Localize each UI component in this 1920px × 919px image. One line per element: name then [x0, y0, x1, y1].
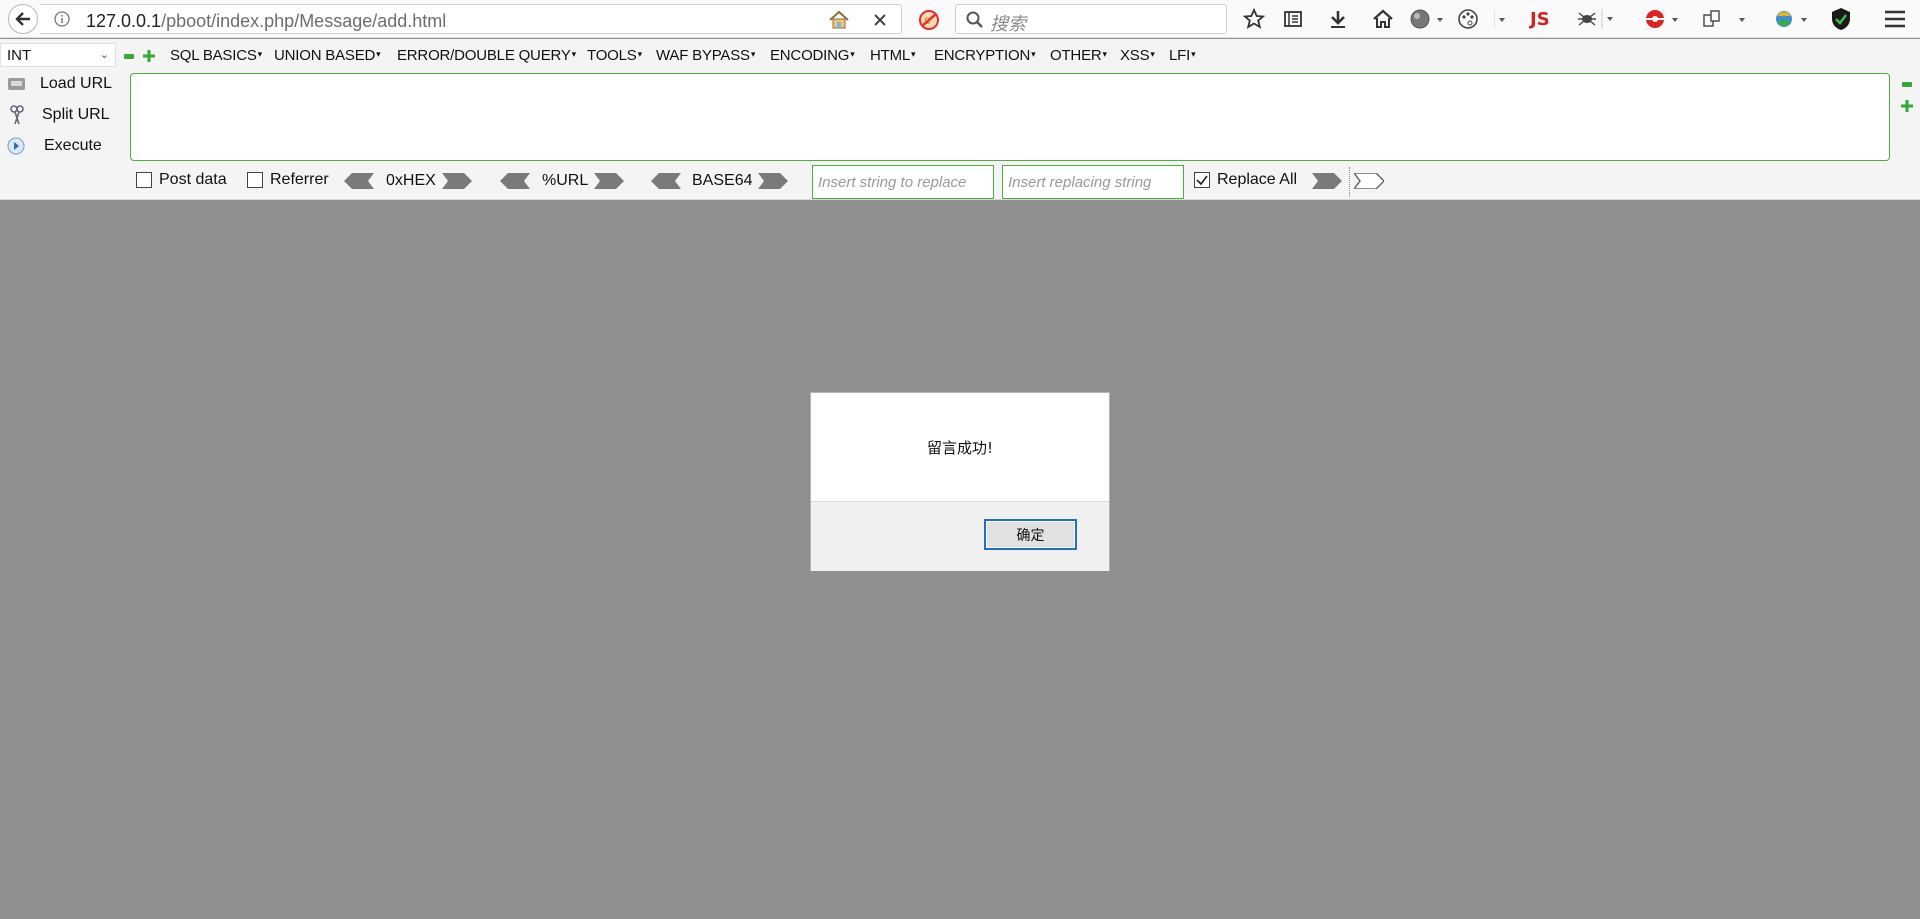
load-url-icon: [7, 75, 27, 93]
referrer-checkbox[interactable]: Referrer: [247, 171, 329, 189]
url-text[interactable]: 127.0.0.1/pboot/index.php/Message/add.ht…: [86, 11, 446, 32]
menu-xss[interactable]: XSS: [1120, 47, 1155, 64]
back-icon: [14, 10, 32, 28]
reading-list-icon[interactable]: [1283, 9, 1303, 29]
execute-button[interactable]: Execute: [6, 133, 122, 159]
ok-button[interactable]: 确定: [984, 519, 1077, 550]
home-icon[interactable]: [1372, 9, 1394, 29]
replace-all-box[interactable]: [1194, 172, 1210, 188]
home-site-icon[interactable]: [828, 10, 850, 30]
menu-other[interactable]: OTHER: [1050, 47, 1107, 64]
url-encoding-label: %URL: [542, 172, 589, 189]
hackbar-panel: INT ⌄ SQL BASICS UNION BASED ERROR/DOUBL…: [0, 39, 1920, 200]
url-decode-arrow-icon[interactable]: [500, 173, 530, 189]
menu-union-based[interactable]: UNION BASED: [274, 47, 380, 64]
menu-waf-bypass[interactable]: WAF BYPASS: [656, 47, 755, 64]
url-path: /pboot/index.php/Message/add.html: [161, 11, 447, 31]
base64-encode-arrow-icon[interactable]: [758, 173, 788, 189]
base64-label: BASE64: [692, 172, 753, 189]
search-bar[interactable]: 搜索: [955, 4, 1227, 34]
menu-icon[interactable]: [1884, 10, 1906, 28]
split-url-label: Split URL: [42, 106, 110, 123]
toolbar-divider: [1349, 167, 1350, 197]
shrink-icon[interactable]: [1902, 82, 1912, 88]
menu-encoding[interactable]: ENCODING: [770, 47, 855, 64]
replace-all-checkbox[interactable]: Replace All: [1194, 171, 1297, 189]
replace-string-input[interactable]: Insert string to replace: [812, 165, 994, 199]
plus-icon[interactable]: [143, 50, 155, 62]
replace-next-arrow-icon[interactable]: [1354, 173, 1384, 189]
palette-icon[interactable]: [1457, 8, 1479, 30]
load-url-button[interactable]: Load URL: [6, 71, 122, 97]
referrer-label: Referrer: [270, 171, 329, 188]
search-icon: [966, 11, 984, 29]
base64-decode-arrow-icon[interactable]: [651, 173, 681, 189]
menu-error-double-query[interactable]: ERROR/DOUBLE QUERY: [397, 47, 576, 64]
load-url-label: Load URL: [40, 75, 113, 92]
svg-text:S: S: [924, 16, 930, 26]
split-url-button[interactable]: Split URL: [6, 102, 122, 128]
js-icon[interactable]: JS: [1530, 9, 1550, 30]
url-bar[interactable]: 127.0.0.1/pboot/index.php/Message/add.ht…: [40, 4, 902, 34]
split-url-icon: [9, 104, 25, 126]
palette-dropdown-icon[interactable]: [1494, 9, 1510, 29]
download-icon[interactable]: [1328, 9, 1348, 29]
replace-apply-arrow-icon[interactable]: [1312, 173, 1342, 189]
menu-tools[interactable]: TOOLS: [587, 47, 642, 64]
menu-html[interactable]: HTML: [870, 47, 915, 64]
url-encode-arrow-icon[interactable]: [594, 173, 624, 189]
hex-label: 0xHEX: [386, 172, 436, 189]
minus-icon[interactable]: [124, 54, 134, 60]
post-data-label: Post data: [159, 171, 227, 188]
type-select[interactable]: INT ⌄: [0, 43, 116, 67]
post-data-checkbox[interactable]: Post data: [136, 171, 227, 189]
url-textarea[interactable]: [130, 73, 1890, 161]
hex-decode-arrow-icon[interactable]: [344, 173, 374, 189]
bookmark-star-icon[interactable]: [1243, 8, 1265, 30]
back-button[interactable]: [8, 4, 38, 34]
url-host: 127.0.0.1: [86, 11, 162, 31]
alert-dialog: 留言成功! 确定: [810, 392, 1110, 571]
navigation-toolbar: 127.0.0.1/pboot/index.php/Message/add.ht…: [0, 0, 1920, 38]
ladybug-icon[interactable]: [1644, 8, 1680, 30]
hex-encode-arrow-icon[interactable]: [442, 173, 472, 189]
screenshot-icon[interactable]: [1703, 8, 1751, 30]
menu-lfi[interactable]: LFI: [1169, 47, 1195, 64]
globe-icon[interactable]: [1409, 8, 1445, 30]
dialog-message: 留言成功!: [926, 439, 993, 457]
execute-label: Execute: [44, 137, 102, 154]
dialog-footer: 确定: [811, 501, 1109, 571]
checkmark-icon: [1196, 175, 1208, 186]
expand-icon[interactable]: [1901, 100, 1913, 112]
chevron-down-icon: ⌄: [99, 49, 109, 61]
noscript-icon[interactable]: S: [918, 9, 940, 31]
search-placeholder: 搜索: [990, 14, 1026, 34]
post-data-box[interactable]: [136, 172, 152, 188]
shield-icon[interactable]: [1830, 7, 1852, 31]
google-icon[interactable]: [1773, 8, 1809, 30]
referrer-box[interactable]: [247, 172, 263, 188]
replace-all-label: Replace All: [1217, 171, 1298, 188]
type-select-value: INT: [7, 46, 32, 64]
spider-icon[interactable]: [1576, 8, 1618, 30]
close-icon[interactable]: [872, 12, 888, 28]
replacing-string-input[interactable]: Insert replacing string: [1002, 165, 1184, 199]
menu-sql-basics[interactable]: SQL BASICS: [170, 47, 262, 64]
play-icon: [7, 137, 25, 155]
info-icon[interactable]: [54, 11, 70, 27]
menu-encryption[interactable]: ENCRYPTION: [934, 47, 1035, 64]
